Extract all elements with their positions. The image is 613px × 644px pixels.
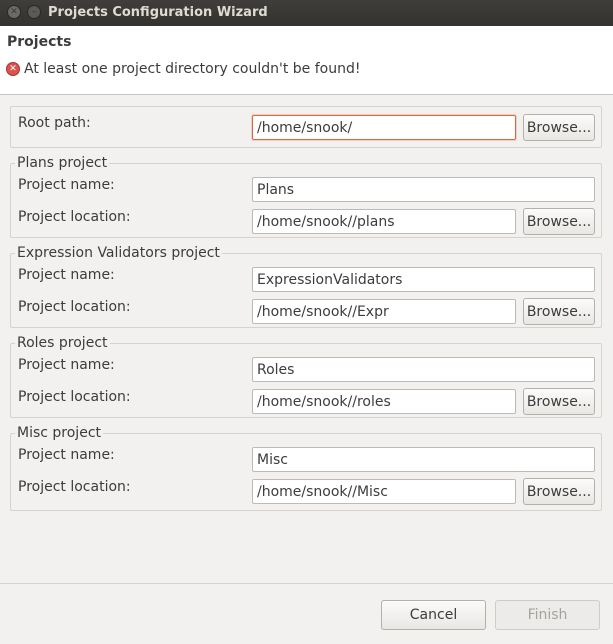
error-circle-icon: ✕ <box>6 62 20 76</box>
plans-name-input[interactable] <box>252 177 595 202</box>
cancel-button[interactable]: Cancel <box>381 600 486 630</box>
expression-validators-browse-button[interactable]: Browse... <box>523 298 595 325</box>
header-divider <box>0 94 613 95</box>
project-name-label: Project name: <box>18 447 115 463</box>
roles-location-input[interactable] <box>252 389 516 414</box>
project-name-label: Project name: <box>18 267 115 283</box>
group-title: Misc project <box>15 425 103 441</box>
footer-divider <box>0 583 613 584</box>
project-location-label: Project location: <box>18 479 131 495</box>
roles-browse-button[interactable]: Browse... <box>523 388 595 415</box>
group-title: Expression Validators project <box>15 245 222 261</box>
expression-validators-location-input[interactable] <box>252 299 516 324</box>
window-titlebar: ✕ – Projects Configuration Wizard <box>0 0 613 26</box>
expression-validators-project-group: Expression Validators project Project na… <box>10 245 602 328</box>
plans-browse-button[interactable]: Browse... <box>523 208 595 235</box>
project-name-label: Project name: <box>18 177 115 193</box>
project-name-label: Project name: <box>18 357 115 373</box>
close-icon[interactable]: ✕ <box>7 5 21 19</box>
wizard-header: Projects ✕ At least one project director… <box>0 26 613 94</box>
plans-location-input[interactable] <box>252 209 516 234</box>
roles-name-input[interactable] <box>252 357 595 382</box>
misc-location-input[interactable] <box>252 479 516 504</box>
project-location-label: Project location: <box>18 209 131 225</box>
project-location-label: Project location: <box>18 389 131 405</box>
project-location-label: Project location: <box>18 299 131 315</box>
misc-project-group: Misc project Project name: Project locat… <box>10 425 602 511</box>
window-title: Projects Configuration Wizard <box>48 5 268 20</box>
group-title: Plans project <box>15 155 110 171</box>
minimize-icon[interactable]: – <box>27 5 41 19</box>
page-title: Projects <box>7 34 72 50</box>
error-message: At least one project directory couldn't … <box>24 61 361 77</box>
root-path-input[interactable] <box>252 115 516 140</box>
expression-validators-name-input[interactable] <box>252 267 595 292</box>
roles-project-group: Roles project Project name: Project loca… <box>10 335 602 418</box>
error-message-row: ✕ At least one project directory couldn'… <box>6 61 360 77</box>
finish-button[interactable]: Finish <box>495 600 600 630</box>
plans-project-group: Plans project Project name: Project loca… <box>10 155 602 238</box>
misc-name-input[interactable] <box>252 447 595 472</box>
root-browse-button[interactable]: Browse... <box>523 114 595 141</box>
misc-browse-button[interactable]: Browse... <box>523 478 595 505</box>
group-title: Roles project <box>15 335 110 351</box>
root-path-label: Root path: <box>18 115 91 131</box>
root-path-group: Root path: Browse... <box>10 106 602 148</box>
